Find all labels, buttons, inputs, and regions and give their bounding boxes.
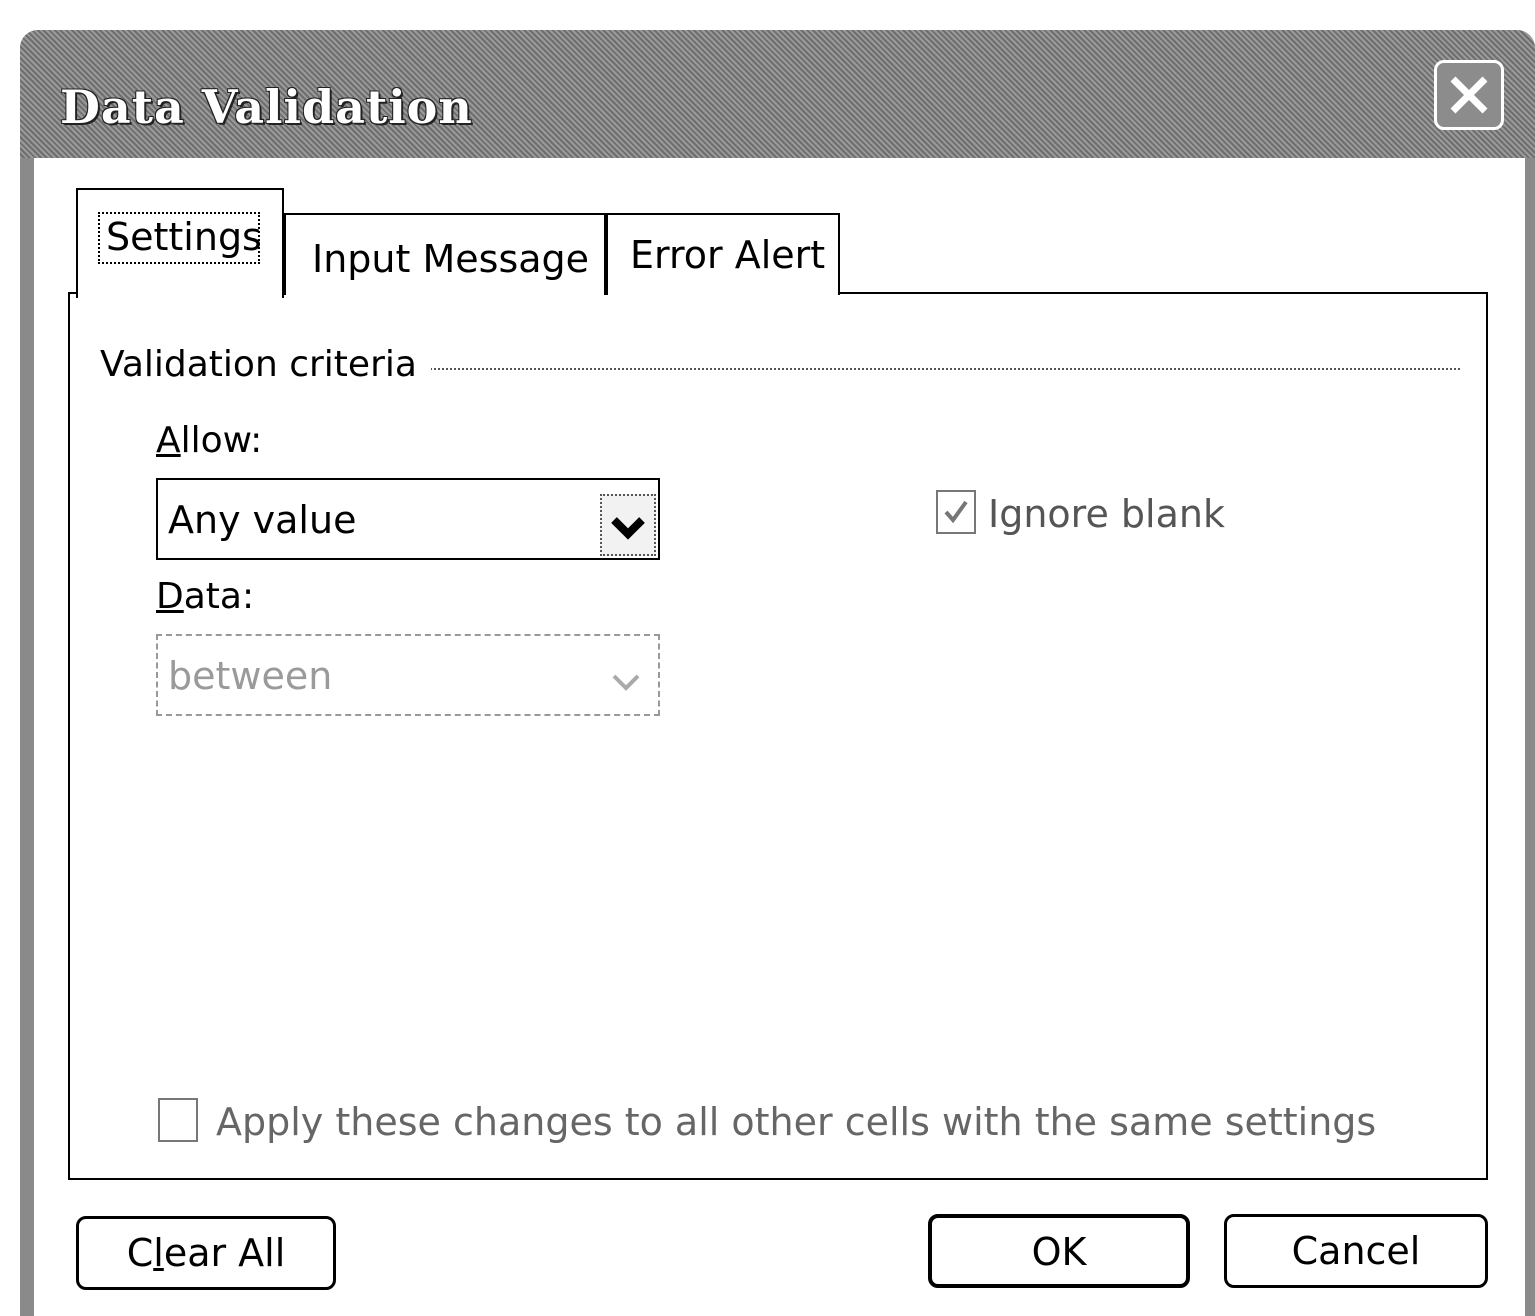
validation-criteria-label: Validation criteria xyxy=(100,344,431,385)
ignore-blank-label: Ignore blank xyxy=(988,492,1225,536)
close-icon xyxy=(1450,76,1488,114)
group-divider xyxy=(390,368,1460,370)
dialog-client-area: Settings Input Message Error Alert Valid… xyxy=(34,158,1525,1316)
apply-all-checkbox[interactable] xyxy=(158,1098,198,1142)
allow-dropdown-button[interactable] xyxy=(600,494,656,556)
tab-error-alert[interactable]: Error Alert xyxy=(606,213,840,295)
settings-panel: Validation criteria Allow: Any value Dat… xyxy=(68,292,1488,1180)
ignore-blank-checkbox[interactable] xyxy=(936,490,976,534)
checkmark-icon xyxy=(944,500,968,524)
allow-select-value: Any value xyxy=(168,498,357,542)
tab-error-alert-label: Error Alert xyxy=(630,233,826,277)
tab-settings[interactable]: Settings xyxy=(76,188,284,298)
cancel-button[interactable]: Cancel xyxy=(1224,1214,1488,1288)
allow-select[interactable]: Any value xyxy=(156,478,660,560)
ok-button[interactable]: OK xyxy=(928,1214,1190,1288)
tab-settings-label: Settings xyxy=(106,215,262,259)
data-label: Data: xyxy=(156,576,255,617)
chevron-down-icon xyxy=(612,674,640,691)
data-validation-dialog: Data Validation Settings Input Message E… xyxy=(20,30,1535,1316)
data-select-value: between xyxy=(168,654,333,698)
apply-all-label: Apply these changes to all other cells w… xyxy=(216,1100,1377,1144)
clear-all-button[interactable]: Clear All xyxy=(76,1216,336,1290)
close-button[interactable] xyxy=(1434,60,1504,130)
data-select[interactable]: between xyxy=(156,634,660,716)
tab-input-message-label: Input Message xyxy=(312,237,590,281)
data-dropdown-button[interactable] xyxy=(600,650,656,712)
window-title: Data Validation xyxy=(60,80,473,134)
title-bar[interactable]: Data Validation xyxy=(20,30,1535,158)
allow-label: Allow: xyxy=(156,420,263,461)
tab-input-message[interactable]: Input Message xyxy=(284,213,606,295)
chevron-down-icon xyxy=(611,517,645,540)
